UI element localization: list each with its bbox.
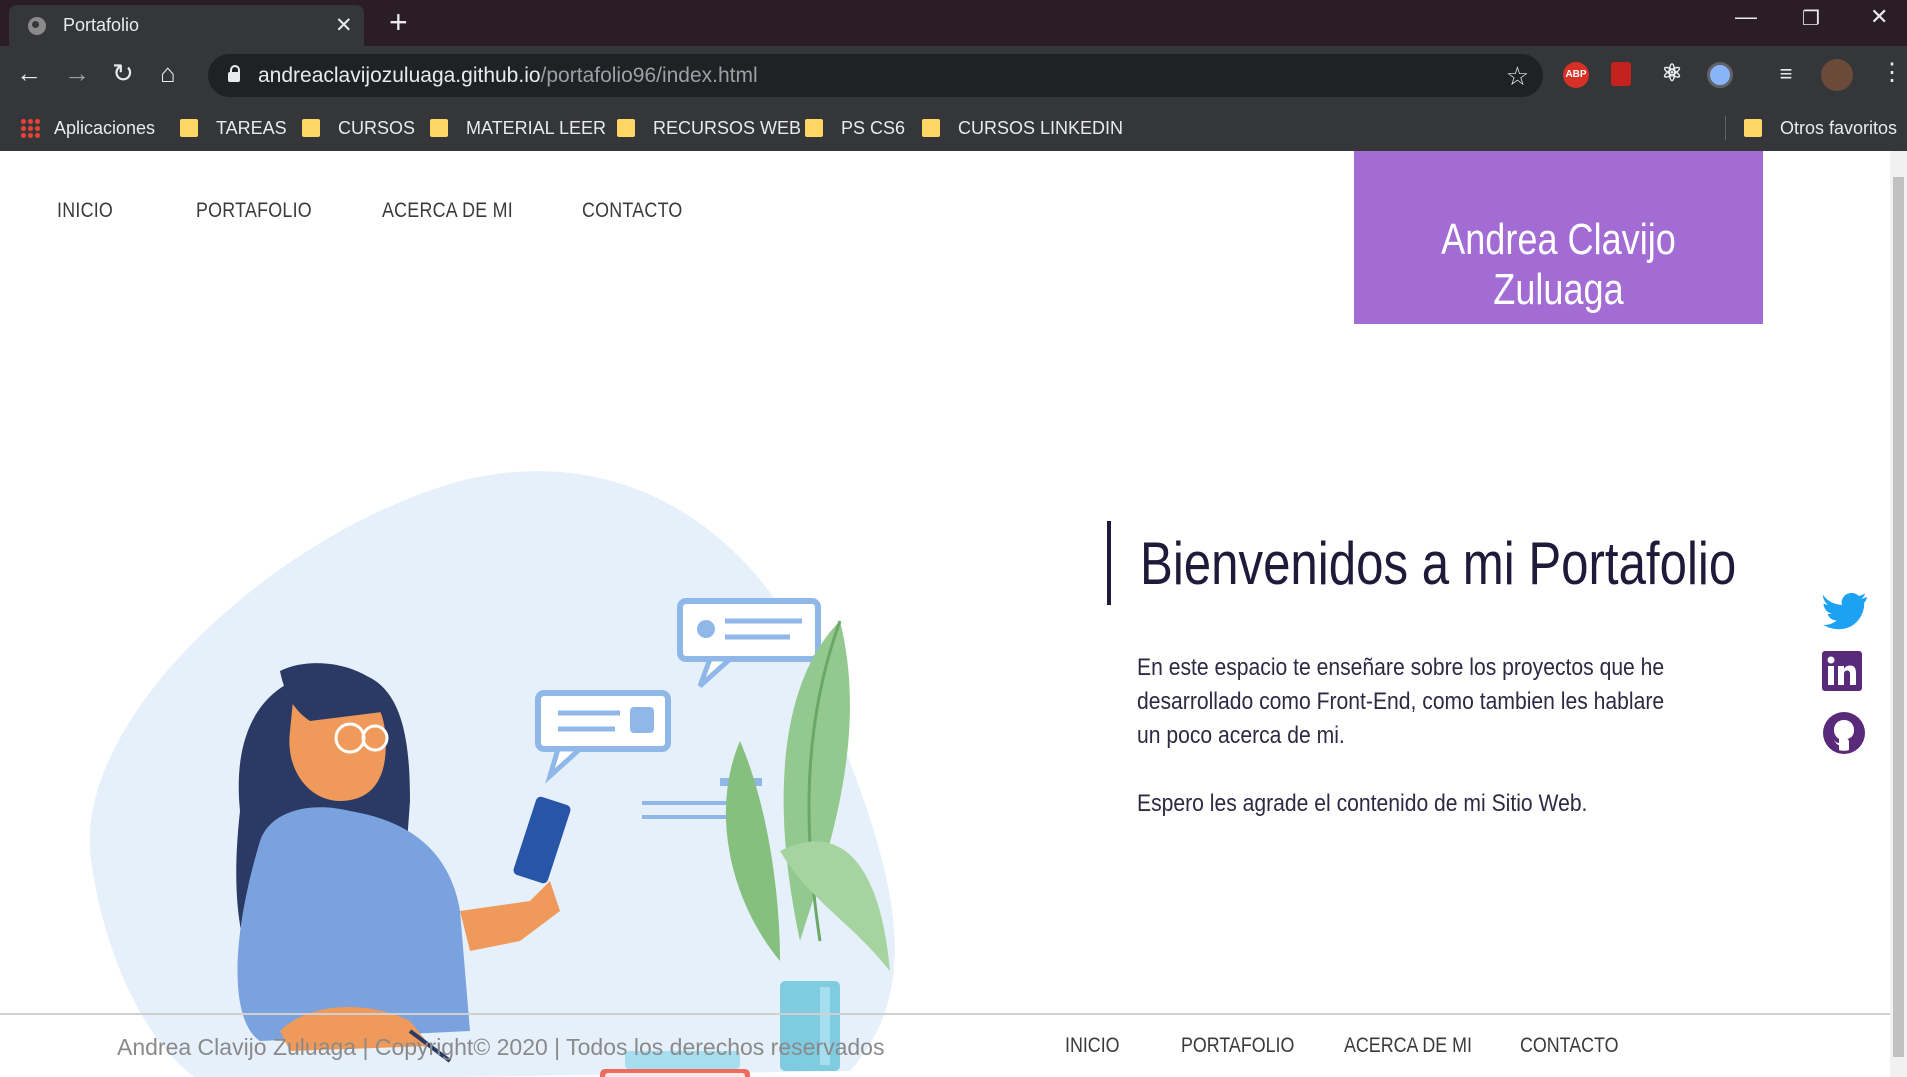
restore-icon[interactable]: ❐ xyxy=(1802,6,1820,31)
folder-icon xyxy=(1744,119,1762,137)
bookmark-folder[interactable]: RECURSOS WEB xyxy=(617,118,801,139)
scrollbar-thumb[interactable] xyxy=(1893,177,1904,1057)
nav-link-inicio[interactable]: INICIO xyxy=(57,199,113,223)
footer-link-acerca[interactable]: ACERCA DE MI xyxy=(1344,1034,1472,1058)
bookmark-folder[interactable]: MATERIAL LEER xyxy=(430,118,606,139)
page-viewport: INICIO PORTAFOLIO ACERCA DE MI CONTACTO … xyxy=(0,151,1890,1077)
bookmark-folder[interactable]: CURSOS xyxy=(302,118,415,139)
brand-box: Andrea Clavijo Zuluaga xyxy=(1354,151,1763,324)
react-devtools-icon[interactable]: ⚛ xyxy=(1659,62,1685,88)
background-blob xyxy=(89,471,895,1077)
reload-icon[interactable]: ↻ xyxy=(112,58,134,89)
page-scrollbar[interactable] xyxy=(1890,151,1907,1077)
nav-link-contacto[interactable]: CONTACTO xyxy=(582,199,683,223)
footer-copyright: Andrea Clavijo Zuluaga | Copyright© 2020… xyxy=(117,1034,885,1060)
bookmark-star-icon[interactable]: ☆ xyxy=(1506,61,1529,92)
folder-icon xyxy=(430,119,448,137)
hero-paragraph: Espero les agrade el contenido de mi Sit… xyxy=(1137,790,1588,817)
hero-paragraph: En este espacio te enseñare sobre los pr… xyxy=(1137,654,1665,749)
lock-icon xyxy=(228,65,240,82)
browser-toolbar: ← → ↻ ⌂ andreaclavijozuluaga.github.io/p… xyxy=(0,46,1907,106)
media-control-icon[interactable]: ≡ xyxy=(1773,62,1799,88)
back-icon[interactable]: ← xyxy=(16,58,42,89)
folder-icon xyxy=(302,119,320,137)
bookmarks-divider xyxy=(1725,116,1726,140)
close-window-icon[interactable]: ✕ xyxy=(1870,4,1888,30)
bookmarks-bar: Aplicaciones TAREAS CURSOS MATERIAL LEER… xyxy=(0,106,1907,151)
hero-title-accent xyxy=(1107,521,1111,605)
extension-circle-icon[interactable] xyxy=(1707,62,1733,88)
bookmark-folder[interactable]: TAREAS xyxy=(180,118,287,139)
bookmark-folder[interactable]: PS CS6 xyxy=(805,118,905,139)
hero-illustration xyxy=(89,471,895,1077)
footer-divider xyxy=(0,1013,1890,1015)
folder-icon xyxy=(805,119,823,137)
footer-link-portafolio[interactable]: PORTAFOLIO xyxy=(1181,1034,1294,1058)
brand-name: Andrea Clavijo Zuluaga xyxy=(1441,215,1676,314)
bookmark-other-favorites[interactable]: Otros favoritos xyxy=(1744,118,1897,139)
folder-icon xyxy=(180,119,198,137)
github-icon[interactable] xyxy=(1822,711,1866,755)
home-icon[interactable]: ⌂ xyxy=(160,58,176,89)
new-tab-icon[interactable]: + xyxy=(389,4,408,41)
avatar[interactable] xyxy=(1821,59,1853,91)
nav-link-portafolio[interactable]: PORTAFOLIO xyxy=(196,199,312,223)
menu-dots-icon[interactable]: ⋮ xyxy=(1880,58,1904,87)
forward-icon[interactable]: → xyxy=(64,58,90,89)
hero-title: Bienvenidos a mi Portafolio xyxy=(1140,530,1737,597)
folder-icon xyxy=(617,119,635,137)
adblock-extension-icon[interactable]: ABP xyxy=(1563,62,1589,88)
address-bar[interactable]: andreaclavijozuluaga.github.io/portafoli… xyxy=(208,54,1543,97)
apps-grid-icon xyxy=(20,118,40,138)
footer-link-contacto[interactable]: CONTACTO xyxy=(1520,1034,1619,1058)
nav-link-acerca[interactable]: ACERCA DE MI xyxy=(382,199,513,223)
linkedin-icon[interactable] xyxy=(1822,651,1862,691)
tab-title: Portafolio xyxy=(63,15,140,35)
url-text: andreaclavijozuluaga.github.io/portafoli… xyxy=(258,64,758,87)
twitter-icon[interactable] xyxy=(1822,591,1868,631)
folder-icon xyxy=(922,119,940,137)
close-tab-icon[interactable]: ✕ xyxy=(335,13,353,38)
browser-tab[interactable]: Portafolio ✕ xyxy=(9,5,364,46)
globe-icon xyxy=(28,17,46,35)
pdf-extension-icon[interactable] xyxy=(1611,62,1631,86)
minimize-icon[interactable]: — xyxy=(1735,4,1757,30)
bookmark-apps[interactable]: Aplicaciones xyxy=(20,118,155,139)
footer-link-inicio[interactable]: INICIO xyxy=(1065,1034,1120,1058)
bookmark-folder[interactable]: CURSOS LINKEDIN xyxy=(922,118,1123,139)
browser-tab-strip: Portafolio ✕ + — ❐ ✕ xyxy=(0,0,1907,46)
